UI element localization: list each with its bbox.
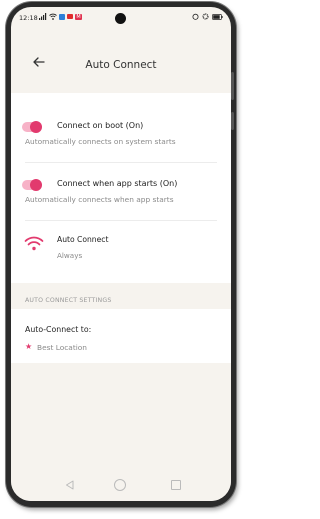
connect-on-boot-row[interactable]: Connect on boot (On) Automatically conne… [11, 93, 231, 159]
connect-on-boot-description: Automatically connects on system starts [25, 137, 176, 146]
star-icon: ★ [25, 342, 33, 351]
connect-on-boot-label: Connect on boot (On) [57, 121, 144, 130]
mail-badge-icon: M [75, 13, 82, 20]
connect-on-app-start-toggle[interactable] [22, 179, 42, 191]
auto-connect-to-row[interactable]: Auto-Connect to: ★ Best Location [11, 309, 231, 363]
auto-connect-value: Always [57, 251, 83, 260]
phone-frame: 12:18 M Auto Connect Connect on boot (On… [6, 2, 236, 507]
status-icons-right [192, 13, 223, 20]
settings-status-icon [202, 13, 209, 20]
nav-back-icon[interactable] [65, 480, 74, 490]
battery-icon [212, 13, 223, 20]
nav-home-icon[interactable] [114, 479, 126, 491]
settings-card: Connect on boot (On) Automatically conne… [11, 93, 231, 283]
page-title: Auto Connect [85, 59, 157, 71]
toggle-knob [30, 179, 42, 191]
auto-connect-label: Auto Connect [57, 235, 109, 244]
connect-on-boot-toggle[interactable] [22, 121, 42, 133]
signal-icon [39, 13, 47, 20]
app-bar: Auto Connect [11, 29, 231, 93]
wifi-icon [24, 236, 44, 251]
power-button [231, 112, 234, 130]
screen: 12:18 M Auto Connect Connect on boot (On… [11, 7, 231, 501]
connect-on-app-start-row[interactable]: Connect when app starts (On) Automatical… [11, 163, 231, 219]
wifi-status-icon [49, 13, 57, 20]
auto-connect-row[interactable]: Auto Connect Always [11, 221, 231, 281]
status-icons-left: M [39, 13, 82, 20]
youtube-icon [67, 14, 73, 19]
auto-connect-to-label: Auto-Connect to: [25, 325, 92, 334]
system-nav-bar [11, 471, 231, 501]
status-bar: 12:18 M [11, 7, 231, 29]
alarm-icon [192, 13, 199, 20]
auto-connect-to-value: Best Location [37, 343, 87, 352]
volume-button [231, 72, 234, 100]
toggle-knob [30, 121, 42, 133]
app-notification-icon [59, 13, 65, 20]
connect-on-app-start-description: Automatically connects when app starts [25, 195, 174, 204]
connect-on-app-start-label: Connect when app starts (On) [57, 179, 178, 188]
section-header: AUTO CONNECT SETTINGS [25, 297, 112, 304]
nav-recent-apps-icon[interactable] [171, 480, 181, 490]
status-time: 12:18 [19, 14, 38, 22]
front-camera [115, 13, 126, 24]
